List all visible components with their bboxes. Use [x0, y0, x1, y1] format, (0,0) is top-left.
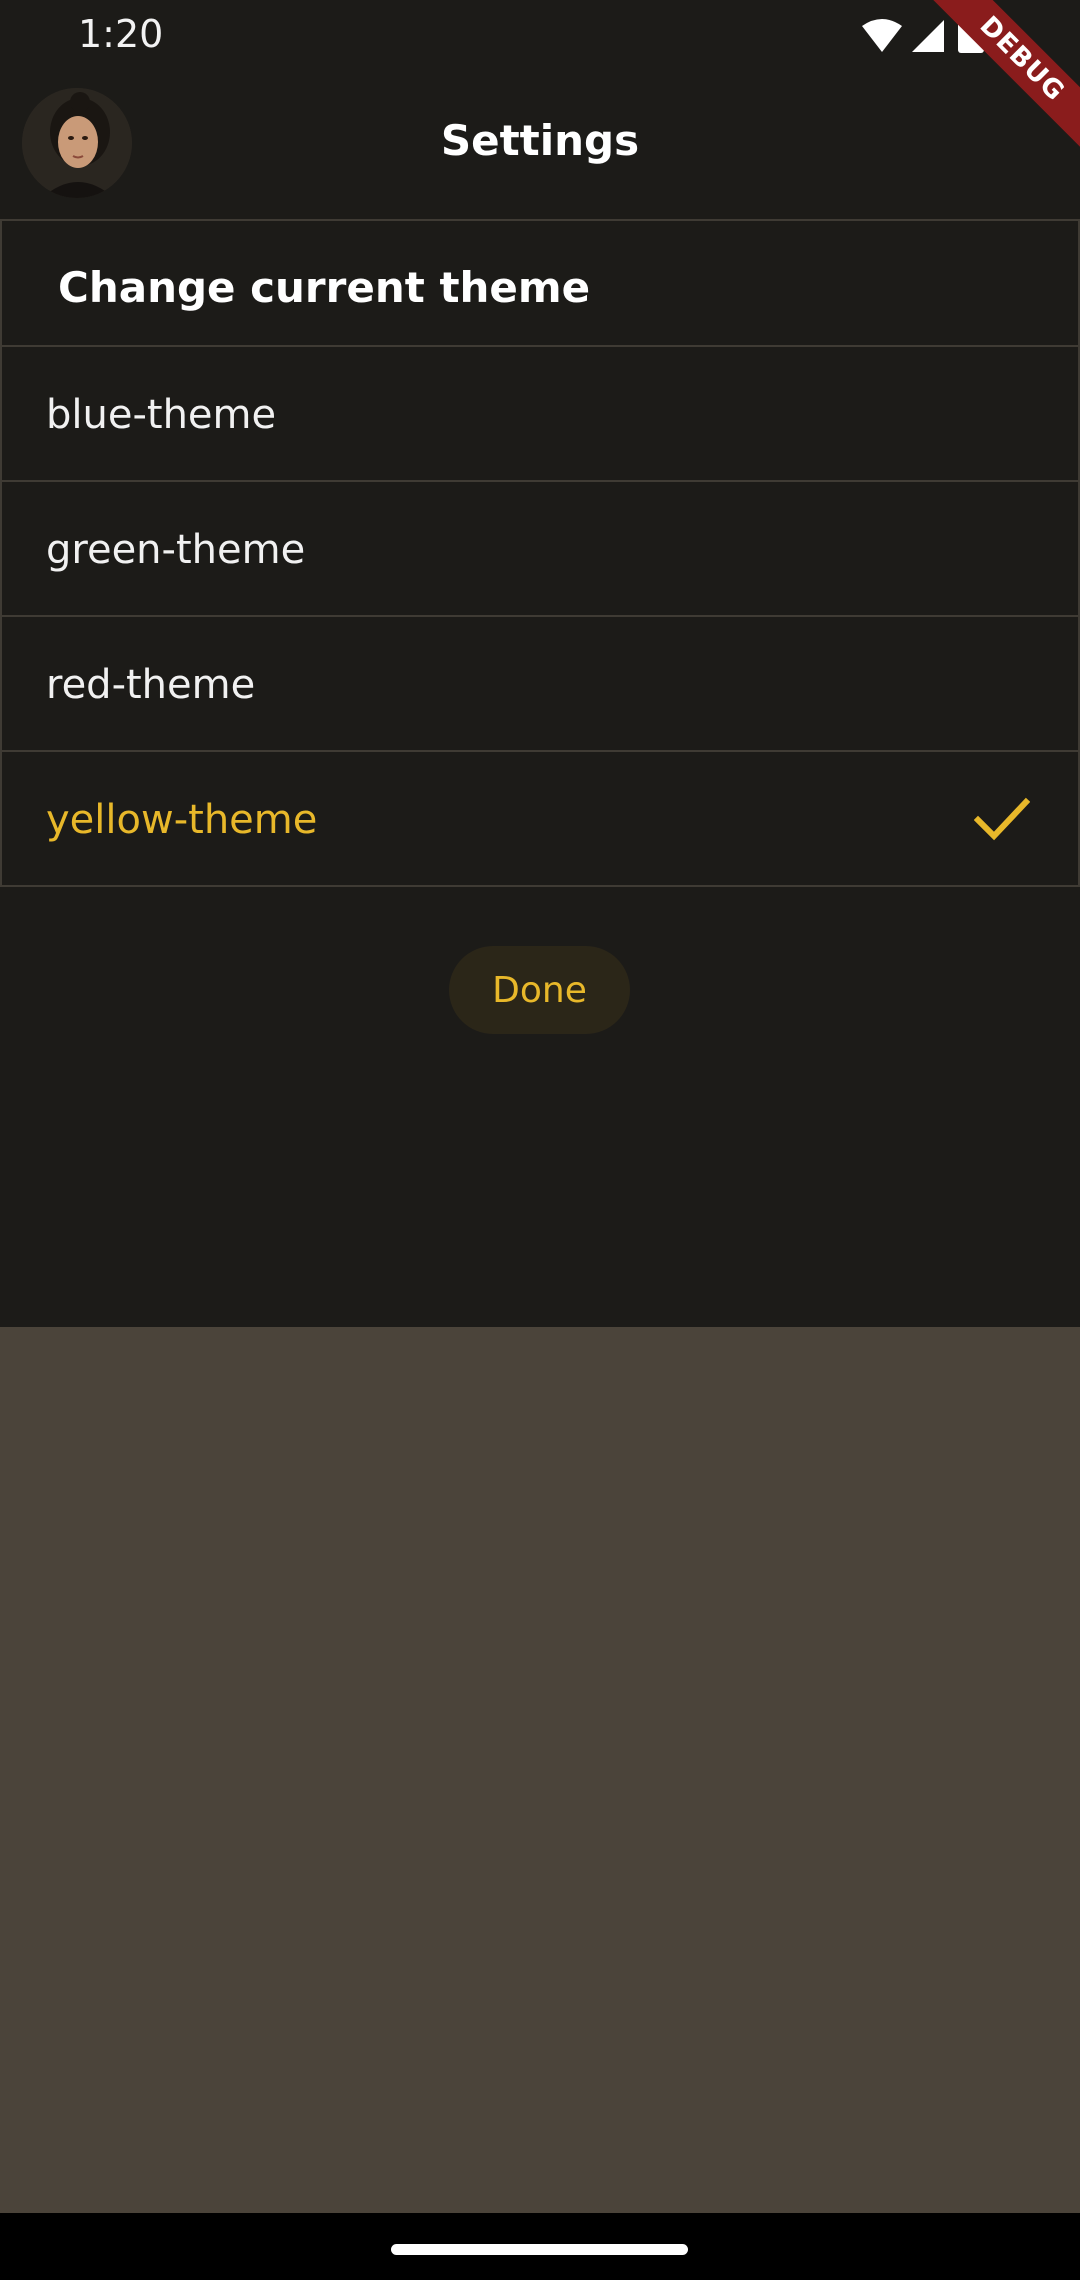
theme-list: Change current theme blue-theme green-th…: [0, 219, 1080, 887]
settings-sheet: 1:20 DEBUG Settings Change current theme…: [0, 0, 1080, 1327]
theme-option-label: yellow-theme: [46, 797, 318, 843]
status-time: 1:20: [78, 12, 164, 56]
theme-list-header: Change current theme: [0, 219, 1080, 347]
theme-option-label: red-theme: [46, 662, 256, 708]
status-bar: 1:20: [0, 0, 1080, 72]
navigation-bar: [0, 2213, 1080, 2280]
app-bar: Settings: [0, 72, 1080, 218]
theme-option-blue[interactable]: blue-theme: [0, 347, 1080, 482]
home-gesture-handle[interactable]: [391, 2244, 688, 2255]
page-title: Settings: [440, 116, 640, 165]
theme-option-label: blue-theme: [46, 392, 277, 438]
theme-list-header-label: Change current theme: [58, 263, 591, 312]
theme-option-green[interactable]: green-theme: [0, 482, 1080, 617]
check-icon: [974, 797, 1030, 841]
wifi-icon: [862, 19, 902, 52]
done-button[interactable]: Done: [449, 946, 630, 1034]
theme-option-yellow[interactable]: yellow-theme: [0, 752, 1080, 887]
theme-option-label: green-theme: [46, 527, 306, 573]
theme-option-red[interactable]: red-theme: [0, 617, 1080, 752]
